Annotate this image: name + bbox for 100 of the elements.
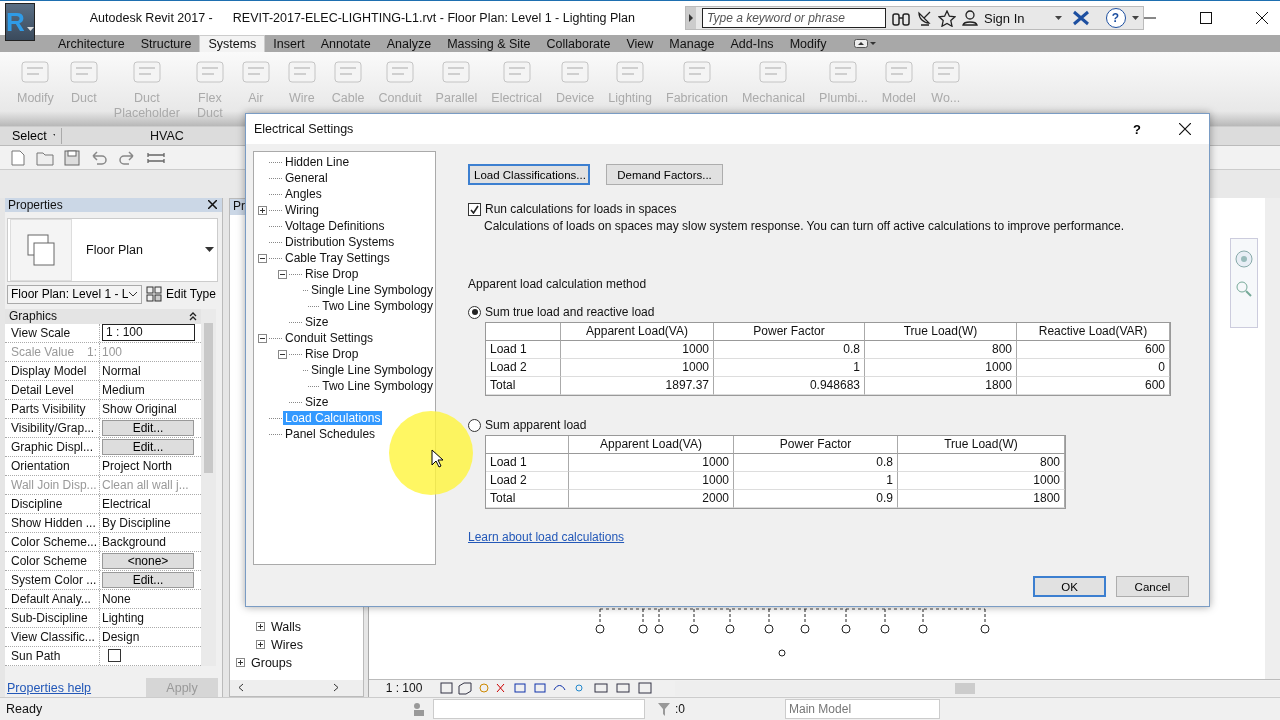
expander-icon[interactable] [278,349,287,359]
ribbon-options-icon[interactable] [854,39,877,48]
tree-item[interactable]: Hidden Line [283,155,352,169]
window-title: Autodesk Revit 2017 - [89,11,213,25]
scrollbar[interactable] [201,308,216,666]
close-icon[interactable] [1179,123,1191,135]
help-button[interactable]: ? [1105,8,1126,28]
satellite-icon[interactable] [916,10,933,26]
tree-item[interactable]: Two Line Symbology [320,299,435,313]
browser-item[interactable]: Groups [251,655,292,670]
close-icon[interactable] [208,200,217,210]
ribbon-tab[interactable]: View [618,35,662,52]
scroll-left-icon[interactable] [238,683,244,693]
tree-item[interactable]: Size [303,315,331,329]
tree-item[interactable]: Size [303,395,331,409]
edit-type-button[interactable]: Edit Type [146,286,216,303]
view-dropdown[interactable]: Floor Plan: Level 1 - L [7,284,142,304]
checkbox[interactable] [468,202,481,216]
maximize-icon[interactable] [1199,12,1212,24]
search-field[interactable]: Type a keyword or phrase [702,8,887,28]
ok-button[interactable]: OK [1033,576,1106,597]
caret-icon[interactable] [1131,16,1139,20]
radio-button[interactable] [468,305,481,319]
tree-item[interactable]: Angles [283,187,324,201]
user-icon[interactable] [962,10,979,26]
ribbon-tab[interactable]: Annotate [312,35,379,52]
property-button[interactable]: <none> [102,552,194,569]
property-button[interactable]: Edit... [102,571,194,588]
tree-item[interactable]: Two Line Symbology [320,379,435,393]
radio-button[interactable] [468,418,481,432]
table-cell: 0.9 [734,490,898,508]
table-cell: 1 [734,472,898,490]
redo-icon[interactable] [118,149,136,166]
cancel-button[interactable]: Cancel [1116,576,1189,597]
expander-icon[interactable] [258,205,267,215]
binoculars-icon[interactable] [892,10,911,26]
ribbon-tab[interactable]: Manage [661,35,723,52]
ribbon-tab[interactable]: Architecture [50,35,133,52]
ribbon-tab[interactable]: Add-Ins [722,35,782,52]
ribbon-tab[interactable]: Insert [265,35,313,52]
new-file-icon[interactable] [10,149,26,166]
view-scale[interactable]: 1 : 100 [369,681,439,696]
browser-item[interactable]: Wires [271,637,303,652]
tree-item[interactable]: Single Line Symbology [308,363,435,377]
tree-item[interactable]: Distribution Systems [283,235,397,249]
property-name: Sub-Discipline [5,608,100,627]
dialog-button[interactable]: Load Classifications... [468,164,590,185]
type-selector[interactable]: Floor Plan [7,217,218,282]
expander-icon[interactable] [258,253,267,263]
checkbox-label[interactable]: Run calculations for loads in spaces [485,202,677,216]
property-input[interactable]: 1 : 100 [102,324,195,342]
radio-label[interactable]: Sum true load and reactive load [485,305,655,319]
property-name: Detail Level [5,380,100,399]
property-button[interactable]: Edit... [102,438,194,455]
expand-icon[interactable] [686,7,697,29]
ribbon-tab[interactable]: Structure [132,35,200,52]
collapse-icon[interactable] [189,311,197,321]
browser-item[interactable]: Walls [271,619,302,634]
help-link[interactable]: Learn about load calculations [468,530,625,544]
tree-item[interactable]: Voltage Definitions [283,219,387,233]
property-name: Discipline [5,494,100,513]
expand-icon[interactable] [256,640,265,650]
tree-item[interactable]: Conduit Settings [283,331,376,345]
ribbon-tab[interactable]: Collaborate [538,35,619,52]
tree-item[interactable]: General [283,171,330,185]
tree-item[interactable]: Rise Drop [303,267,361,281]
select-panel-button[interactable]: Select [6,128,62,144]
star-icon[interactable] [938,9,957,27]
expand-icon[interactable] [256,622,265,632]
undo-icon[interactable] [90,149,108,166]
close-icon[interactable] [1255,12,1268,24]
ribbon-tab[interactable]: Modify [781,35,835,52]
sign-in-link[interactable]: Sign In [984,10,1025,26]
expand-icon[interactable] [236,658,245,668]
table-cell: 1897.37 [561,377,714,395]
dialog-button[interactable]: Demand Factors... [606,164,723,185]
scrollbar[interactable] [1265,197,1280,679]
save-icon[interactable] [64,149,80,166]
ribbon-tab[interactable]: Systems [199,35,266,52]
tree-item[interactable]: Wiring [283,203,321,217]
expander-icon[interactable] [258,333,267,343]
ribbon-tab[interactable]: Analyze [378,35,440,52]
properties-help-link[interactable]: Properties help [7,680,92,695]
floor-plan-icon [10,218,72,281]
tree-item[interactable]: Rise Drop [303,347,361,361]
ribbon-tab[interactable]: Massing & Site [439,35,539,52]
radio-label[interactable]: Sum apparent load [485,418,587,432]
tree-item[interactable]: Single Line Symbology [308,283,435,297]
checkbox[interactable] [108,649,121,663]
property-button[interactable]: Edit... [102,419,194,436]
expander-icon[interactable] [278,269,287,279]
design-option-dropdown[interactable]: Main Model [785,698,940,719]
scroll-right-icon[interactable] [333,683,339,693]
dialog-title: Electrical Settings [254,122,355,136]
property-value: Medium [102,382,145,397]
row-header: Total [486,490,569,508]
tree-item[interactable]: Cable Tray Settings [283,251,392,265]
help-button[interactable]: ? [1127,120,1147,138]
caret-icon[interactable] [1054,16,1062,20]
tree-item[interactable]: Panel Schedules [283,427,378,441]
